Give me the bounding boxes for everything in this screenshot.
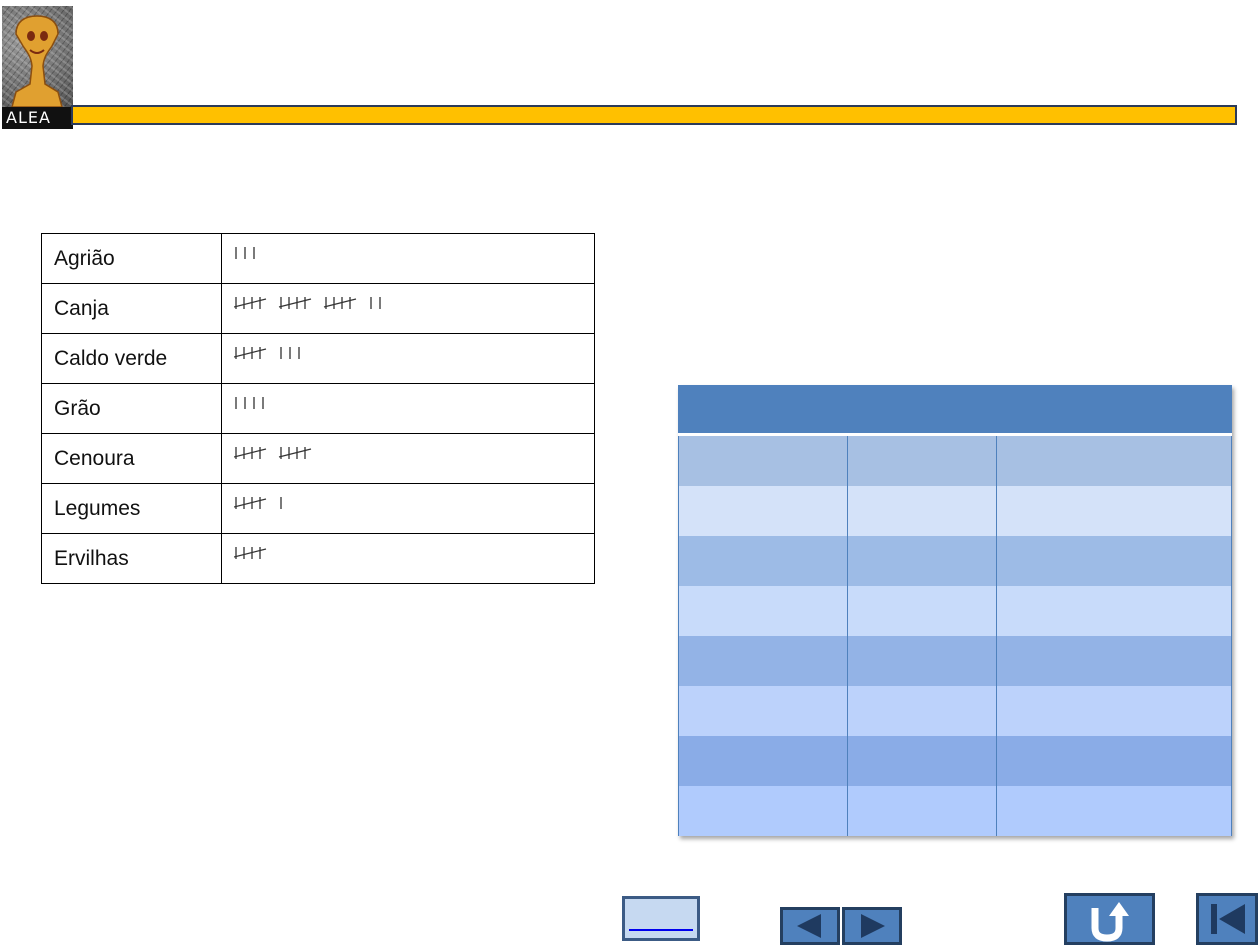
alea-logo: ALEA <box>2 6 73 129</box>
tally-row: Canja <box>41 283 595 334</box>
blue-table-header-cell <box>678 385 848 436</box>
blue-table-row <box>678 736 1232 786</box>
blue-table-row <box>678 536 1232 586</box>
blue-table-row <box>678 786 1232 836</box>
tally-item-label: Cenoura <box>41 433 222 484</box>
tally-row: Cenoura <box>41 433 595 484</box>
tally-item-label: Canja <box>41 283 222 334</box>
tally-mark <box>278 448 312 458</box>
blue-table-cell <box>847 636 997 686</box>
previous-arrow-icon <box>797 914 821 938</box>
tally-item-label: Agrião <box>41 233 222 284</box>
blue-table-row <box>678 586 1232 636</box>
tally-marks-icon <box>234 347 300 359</box>
blue-table-cell <box>996 736 1232 786</box>
link-icon <box>629 929 693 931</box>
tally-mark <box>323 298 357 308</box>
return-button[interactable] <box>1064 893 1155 945</box>
blue-table-cell <box>847 686 997 736</box>
blue-table-cell <box>678 686 848 736</box>
logo-text: ALEA <box>2 107 73 129</box>
blue-table-cell <box>847 434 997 486</box>
tally-mark <box>278 298 312 308</box>
blue-table-cell <box>996 434 1232 486</box>
tally-marks-cell <box>221 533 595 584</box>
tally-marks-cell <box>221 383 595 434</box>
blue-table-row <box>678 636 1232 686</box>
tally-row: Caldo verde <box>41 333 595 384</box>
blue-table-row <box>678 686 1232 736</box>
tally-item-label: Caldo verde <box>41 333 222 384</box>
blue-table-cell <box>678 536 848 586</box>
blue-table-cell <box>678 736 848 786</box>
blue-table-cell <box>996 686 1232 736</box>
blue-table-row <box>678 486 1232 536</box>
blue-table-cell <box>996 786 1232 836</box>
next-arrow-icon <box>861 914 885 938</box>
blue-table-header-row <box>678 385 1232 436</box>
blue-table-cell <box>847 586 997 636</box>
blue-table-cell <box>678 636 848 686</box>
tally-item-label: Legumes <box>41 483 222 534</box>
tally-mark <box>234 498 267 508</box>
tally-row: Agrião <box>41 233 595 284</box>
blue-table-cell <box>678 586 848 636</box>
first-slide-icon <box>1211 904 1245 934</box>
link-button[interactable] <box>622 896 700 941</box>
tally-marks-icon <box>234 447 312 459</box>
tally-marks-cell <box>221 483 595 534</box>
tally-marks-cell <box>221 433 595 484</box>
tally-marks-cell <box>221 333 595 384</box>
tally-marks-cell <box>221 283 595 334</box>
tally-mark <box>234 448 267 458</box>
tally-marks-icon <box>234 297 381 309</box>
tally-item-label: Ervilhas <box>41 533 222 584</box>
tally-row: Legumes <box>41 483 595 534</box>
next-button[interactable] <box>842 907 902 945</box>
blue-table-cell <box>847 736 997 786</box>
blue-table-cell <box>678 434 848 486</box>
blue-table-header-cell <box>847 385 997 436</box>
blue-table-cell <box>847 786 997 836</box>
logo-figure-icon <box>11 15 63 107</box>
blue-table-cell <box>996 586 1232 636</box>
blue-table <box>678 385 1232 836</box>
blue-table-row <box>678 434 1232 486</box>
tally-marks-icon <box>235 397 264 409</box>
previous-button[interactable] <box>780 907 840 945</box>
tally-row: Grão <box>41 383 595 434</box>
tally-row: Ervilhas <box>41 533 595 584</box>
tally-item-label: Grão <box>41 383 222 434</box>
tally-marks-cell <box>221 233 595 284</box>
tally-marks-icon <box>234 497 282 509</box>
blue-table-cell <box>847 486 997 536</box>
blue-table-cell <box>847 536 997 586</box>
blue-table-cell <box>996 536 1232 586</box>
tally-marks-icon <box>234 547 267 559</box>
blue-table-cell <box>678 486 848 536</box>
tally-marks-icon <box>235 247 255 259</box>
first-slide-button[interactable] <box>1196 893 1258 945</box>
return-icon <box>1091 902 1129 942</box>
tally-mark <box>234 298 267 308</box>
header-bar <box>71 105 1237 125</box>
blue-table-cell <box>996 636 1232 686</box>
tally-mark <box>234 348 267 358</box>
blue-table-cell <box>996 486 1232 536</box>
blue-table-header-cell <box>996 385 1232 436</box>
tally-mark <box>234 548 267 558</box>
blue-table-cell <box>678 786 848 836</box>
tally-table: Agrião Canja Caldo verde Grão Cenoura Legumes… <box>41 233 595 584</box>
